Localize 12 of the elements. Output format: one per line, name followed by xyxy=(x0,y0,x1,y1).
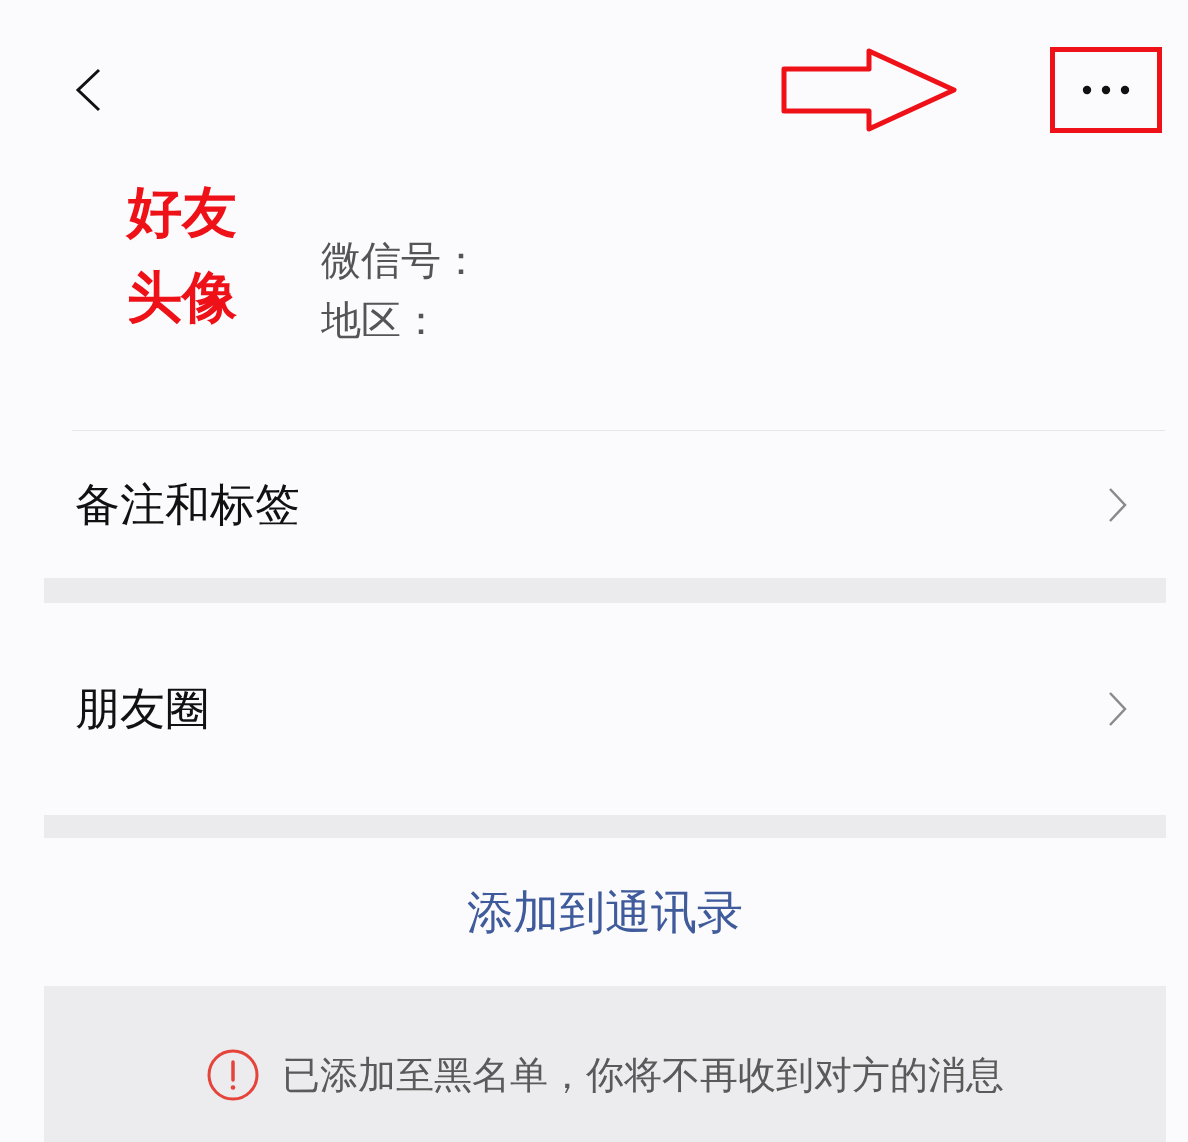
menu-item[interactable]: 备注和标签 xyxy=(0,431,1188,578)
profile-field-label: 地区： xyxy=(320,297,442,344)
blocked-notice-text: 已添加至黑名单，你将不再收到对方的消息 xyxy=(281,1053,1004,1098)
avatar-label: 好友头像 xyxy=(127,180,238,330)
chevron-right-icon xyxy=(1108,691,1128,727)
alert-icon xyxy=(206,1049,259,1101)
more-dots-icon xyxy=(1082,85,1130,95)
menu-item[interactable]: 朋友圈 xyxy=(0,603,1188,815)
back-icon xyxy=(75,68,101,112)
add-to-contacts-button[interactable]: 添加到通讯录 xyxy=(459,882,751,942)
chevron-right-icon xyxy=(1108,486,1128,523)
profile-field-label: 微信号： xyxy=(320,237,481,284)
